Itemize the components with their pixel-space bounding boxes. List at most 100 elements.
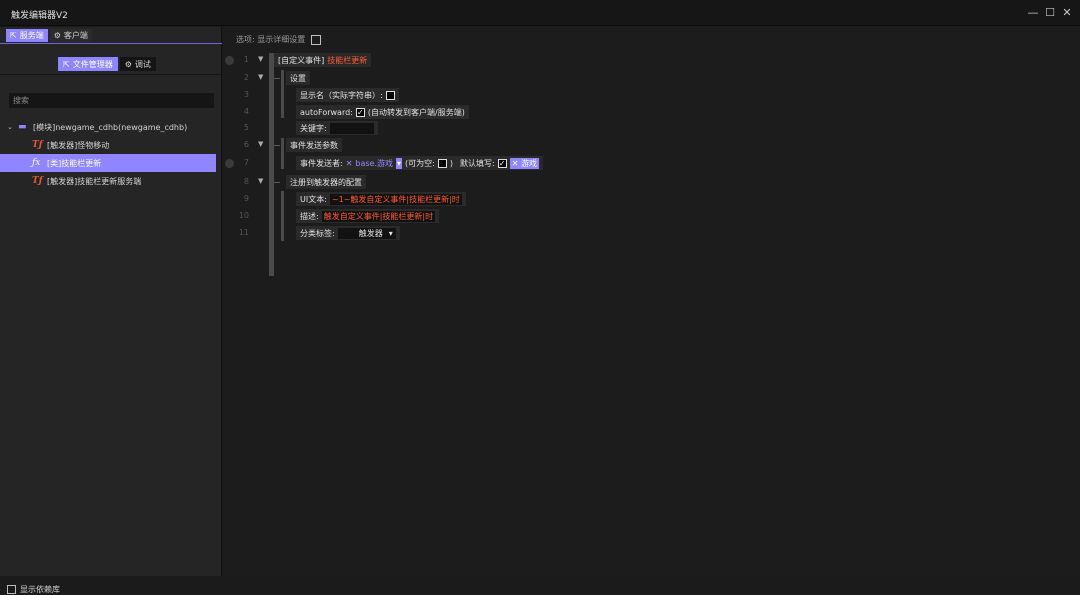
show-details-checkbox[interactable] (311, 34, 322, 45)
show-deps-checkbox[interactable] (7, 585, 16, 594)
params-block[interactable]: 事件发送参数 (286, 138, 342, 152)
category-label: 分类标签: (300, 228, 335, 238)
event-header-block[interactable]: [自定义事件] 技能栏更新 (274, 53, 372, 67)
desc-block[interactable]: 描述: 触发自定义事件|技能栏更新|时 (296, 209, 440, 223)
code-line: 8 ▼ 注册到触发器的配置 (223, 174, 1080, 190)
minimize-button[interactable]: — (1026, 6, 1040, 20)
tab-client-label: 客户端 (63, 31, 88, 40)
desc-input[interactable]: 触发自定义事件|技能栏更新|时 (321, 210, 436, 222)
editor-area: 选项: 显示详细设置 1 ▼ [自定义事件] 技能栏更新 2 ▼ 设置 3 显示… (223, 27, 1080, 576)
params-label: 事件发送参数 (290, 140, 338, 150)
title-bar: 触发编辑器V2 — ☐ ✕ (0, 0, 1080, 26)
nullable-label: (可为空: (405, 158, 435, 168)
breakpoint-icon[interactable] (225, 56, 234, 65)
tree-module-label: [模块]newgame_cdhb(newgame_cdhb) (33, 122, 188, 132)
default-checkbox[interactable]: ✓ (497, 158, 507, 168)
type-cross-icon: ✕ (511, 158, 521, 168)
tree-item-label: [触发器]技能栏更新服务端 (47, 176, 142, 186)
register-label: 注册到触发器的配置 (290, 177, 362, 187)
register-block[interactable]: 注册到触发器的配置 (286, 175, 366, 189)
line-number: 11 (238, 228, 249, 237)
line-number: 7 (243, 158, 249, 167)
code-line: 5 关键字: (223, 120, 1080, 136)
code-line: 1 ▼ [自定义事件] 技能栏更新 (223, 52, 1080, 68)
fold-arrow-icon[interactable]: ▼ (258, 177, 263, 185)
tree-item-label: [触发器]怪物移动 (47, 140, 110, 150)
file-manager-icon: ⇱ (63, 59, 70, 69)
chevron-down-icon: ▾ (388, 228, 393, 238)
left-panel: ⇱ 服务端 ⚙ 客户端 ⇱ 文件管理器 ⚙ 调试 ⌄ ▬ [模块]newgame… (0, 27, 222, 594)
subtab-file-manager-label: 文件管理器 (72, 59, 113, 69)
category-dropdown[interactable]: 触发器 ▾ (337, 227, 396, 239)
close-button[interactable]: ✕ (1060, 6, 1074, 20)
default-value-pill[interactable]: ✕ 游戏 (509, 157, 539, 169)
tree-item-selected[interactable]: ƒx [类]技能栏更新 (0, 154, 216, 172)
nullable-checkbox[interactable] (437, 158, 447, 168)
line-number: 9 (243, 194, 249, 203)
autoforward-hint: (自动转发到客户端/服务端) (367, 107, 465, 117)
code-line: 3 显示名（实际字符串）: (223, 87, 1080, 103)
file-tree: ⌄ ▬ [模块]newgame_cdhb(newgame_cdhb) Tƒ [触… (0, 118, 222, 190)
sender-dropdown-icon[interactable]: ▾ (396, 157, 403, 169)
display-name-checkbox[interactable] (385, 90, 395, 100)
tree-item[interactable]: Tƒ [触发器]怪物移动 (0, 136, 222, 154)
tree-module-node[interactable]: ⌄ ▬ [模块]newgame_cdhb(newgame_cdhb) (0, 118, 222, 136)
type-cross-icon: ✕ (345, 158, 353, 168)
search-input[interactable] (9, 93, 214, 108)
expand-arrow-icon[interactable]: ⌄ (7, 123, 13, 131)
nullable-close: ) (449, 158, 453, 168)
ui-text-label: UI文本: (300, 194, 327, 204)
category-block[interactable]: 分类标签: 触发器 ▾ (296, 226, 400, 240)
breakpoint-icon[interactable] (225, 159, 234, 168)
options-bar: 选项: 显示详细设置 (236, 34, 322, 45)
event-prefix: [自定义事件] (278, 55, 325, 65)
fold-arrow-icon[interactable]: ▼ (258, 140, 263, 148)
server-cursor-icon: ⇱ (10, 31, 17, 40)
debug-icon: ⚙ (124, 59, 132, 69)
settings-label: 设置 (290, 73, 306, 83)
display-name-label: 显示名（实际字符串）: (300, 90, 383, 100)
sender-type[interactable]: base.游戏 (355, 158, 393, 169)
settings-block[interactable]: 设置 (286, 71, 310, 85)
show-deps-toggle[interactable]: 显示依赖库 (7, 584, 60, 595)
line-number: 1 (243, 55, 249, 64)
ui-text-block[interactable]: UI文本: ~1~触发自定义事件|技能栏更新|时 (296, 192, 466, 206)
tree-item-label: [类]技能栏更新 (47, 158, 102, 168)
tree-item[interactable]: Tƒ [触发器]技能栏更新服务端 (0, 172, 222, 190)
keyword-label: 关键字: (300, 123, 327, 133)
maximize-button[interactable]: ☐ (1043, 6, 1057, 20)
line-number: 3 (243, 90, 249, 99)
sub-tabs: ⇱ 文件管理器 ⚙ 调试 (58, 57, 156, 71)
sender-block[interactable]: 事件发送者: ✕ base.游戏 ▾ (可为空: ) 默认填写: ✓ ✕ 游戏 (296, 156, 543, 170)
default-label: 默认填写: (460, 158, 495, 168)
class-function-icon: ƒx (32, 158, 41, 168)
autoforward-checkbox[interactable]: ✓ (355, 107, 365, 117)
code-line: 10 描述: 触发自定义事件|技能栏更新|时 (223, 208, 1080, 224)
subtab-file-manager[interactable]: ⇱ 文件管理器 (58, 57, 118, 71)
default-value: 游戏 (520, 158, 537, 168)
keyword-block[interactable]: 关键字: (296, 121, 378, 135)
tab-server[interactable]: ⇱ 服务端 (6, 29, 48, 42)
tab-client[interactable]: ⚙ 客户端 (49, 29, 92, 42)
code-line: 7 事件发送者: ✕ base.游戏 ▾ (可为空: ) 默认填写: ✓ ✕ 游… (223, 155, 1080, 171)
line-number: 10 (238, 211, 249, 220)
options-label: 选项: 显示详细设置 (236, 35, 306, 44)
fold-arrow-icon[interactable]: ▼ (258, 73, 263, 81)
keyword-input[interactable] (329, 122, 374, 134)
trigger-icon: Tƒ (32, 176, 43, 186)
event-name[interactable]: 技能栏更新 (327, 55, 367, 66)
line-number: 5 (243, 123, 249, 132)
subtab-debug[interactable]: ⚙ 调试 (119, 57, 156, 71)
desc-label: 描述: (300, 211, 319, 221)
fold-arrow-icon[interactable]: ▼ (258, 55, 263, 63)
autoforward-label: autoForward: (300, 107, 353, 117)
category-value: 触发器 (358, 228, 383, 238)
ui-text-input[interactable]: ~1~触发自定义事件|技能栏更新|时 (329, 193, 462, 205)
autoforward-block[interactable]: autoForward: ✓ (自动转发到客户端/服务端) (296, 105, 469, 119)
display-name-block[interactable]: 显示名（实际字符串）: (296, 88, 399, 102)
tab-server-label: 服务端 (19, 31, 44, 40)
folder-icon: ▬ (18, 122, 27, 132)
code-line: 11 分类标签: 触发器 ▾ (223, 225, 1080, 241)
code-line: 6 ▼ 事件发送参数 (223, 137, 1080, 153)
side-tabs: ⇱ 服务端 ⚙ 客户端 (6, 29, 92, 43)
